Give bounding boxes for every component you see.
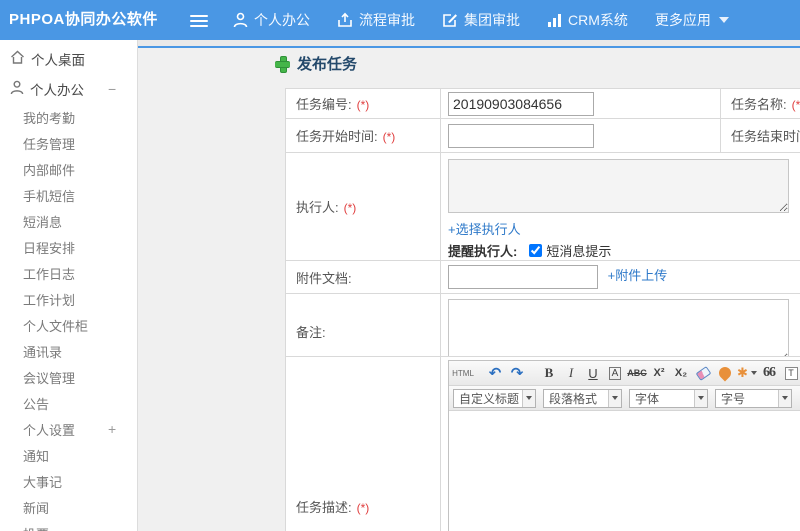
crm-chart-icon [547,13,562,28]
editor-content-area[interactable] [449,411,800,531]
sidebar-item-major-events[interactable]: 大事记 [0,468,137,494]
sidebar-item-internal-mail[interactable]: 内部邮件 [0,156,137,182]
blockquote-button[interactable]: 66 [759,363,779,383]
nav-group-approval[interactable]: 集团审批 [442,10,520,30]
required-marker: (*) [343,201,357,215]
task-form-table: 任务编号:(*) 任务名称:(*) 任务开始时间:(*) 任务结束时间:(*) … [285,88,800,369]
eraser-icon[interactable] [693,363,713,383]
sidebar-item-personal-office[interactable]: 个人办公 − [0,74,137,104]
required-marker: (*) [356,98,370,112]
caret-down-icon [718,17,729,23]
table-row: 附件文档: +附件上传 [285,260,800,294]
auto-typeset-icon[interactable]: ✱ [737,363,757,383]
superscript-button[interactable]: X² [649,363,669,383]
table-row: 任务开始时间:(*) 任务结束时间:(*) [285,118,800,153]
attachment-input[interactable] [448,265,598,289]
sidebar-item-vote[interactable]: 投票 [0,520,137,531]
topbar: PHPOA协同办公软件 个人办公 流程审批 集团审批 CRM系统 更多应用 [0,0,800,40]
executor-label: 执行人: (*) [285,152,441,261]
home-icon [10,50,25,68]
start-time-input[interactable] [448,123,594,148]
editor-toolbar-row2: 自定义标题 段落格式 字体 字号 [449,386,800,411]
sidebar-item-personal-desktop[interactable]: 个人桌面 [0,44,137,74]
required-marker: (*) [791,98,800,112]
sidebar-item-mobile-sms[interactable]: 手机短信 [0,182,137,208]
app-logo: PHPOA协同办公软件 [9,11,158,28]
sidebar-item-my-attendance[interactable]: 我的考勤 [0,104,137,130]
sidebar-item-schedule[interactable]: 日程安排 [0,234,137,260]
nav-personal-office[interactable]: 个人办公 [233,10,310,30]
table-row: 执行人: (*) +选择执行人 提醒执行人: 短消息提示 [285,152,800,261]
remind-executor-label: 提醒执行人: [448,244,518,259]
source-code-button[interactable]: HTML [452,363,474,383]
undo-icon[interactable]: ↶ [485,363,505,383]
menu-toggle-icon[interactable] [190,12,208,28]
end-time-label: 任务结束时间:(*) [720,118,800,153]
attachment-upload-link[interactable]: +附件上传 [608,268,668,283]
sidebar-item-short-message[interactable]: 短消息 [0,208,137,234]
executor-textarea[interactable] [448,159,789,213]
required-marker: (*) [356,501,370,515]
subscript-button[interactable]: X₂ [671,363,691,383]
redo-icon[interactable]: ↷ [507,363,527,383]
font-size-select[interactable]: 字号 [715,388,792,408]
table-row: 任务编号:(*) 任务名称:(*) [285,88,800,119]
main-content: 发布任务 任务编号:(*) 任务名称:(*) 任务开始时间:(*) 任务结束时间… [138,46,800,531]
sidebar-item-task-management[interactable]: 任务管理 [0,130,137,156]
collapse-icon[interactable]: − [108,81,116,97]
sms-remind-checkbox[interactable] [529,244,543,257]
sms-remind-label: 短消息提示 [546,244,612,259]
sidebar-item-meeting-management[interactable]: 会议管理 [0,364,137,390]
add-task-icon [275,56,290,73]
nav-process-approval[interactable]: 流程审批 [337,10,415,30]
choose-executor-link[interactable]: +选择执行人 [448,222,521,237]
nav-crm-system[interactable]: CRM系统 [547,10,628,30]
required-marker: (*) [382,130,396,144]
font-background-button[interactable]: A [605,363,625,383]
bold-button[interactable]: B [539,363,559,383]
task-name-label: 任务名称:(*) [720,88,800,119]
top-navigation: 个人办公 流程审批 集团审批 CRM系统 更多应用 [233,0,729,40]
custom-title-select[interactable]: 自定义标题 [453,388,536,408]
paste-text-button[interactable]: T [781,363,800,383]
sidebar-item-personal-settings[interactable]: 个人设置 + [0,416,137,442]
attachment-label: 附件文档: [285,260,441,294]
nav-more-apps[interactable]: 更多应用 [655,10,729,30]
format-brush-icon[interactable] [715,363,735,383]
remark-textarea[interactable] [448,299,789,363]
sidebar-item-personal-files[interactable]: 个人文件柜 [0,312,137,338]
user-icon [233,12,248,28]
paragraph-format-select[interactable]: 段落格式 [543,388,622,408]
process-approval-icon [337,12,353,28]
rich-text-editor: HTML ↶ ↷ B I U A ABC X² X₂ ✱ 66 T A 自定义标… [448,360,800,531]
start-time-label: 任务开始时间: (*) [285,118,441,153]
task-number-label: 任务编号: (*) [285,88,441,119]
sidebar-item-contacts[interactable]: 通讯录 [0,338,137,364]
strikethrough-button[interactable]: ABC [627,363,647,383]
group-approval-icon [442,12,458,28]
task-number-input[interactable] [448,91,594,116]
user-icon [10,80,24,98]
expand-icon[interactable]: + [108,421,116,437]
font-family-select[interactable]: 字体 [629,388,708,408]
sidebar-item-work-log[interactable]: 工作日志 [0,260,137,286]
sidebar-item-work-plan[interactable]: 工作计划 [0,286,137,312]
sidebar-item-notice[interactable]: 通知 [0,442,137,468]
sidebar: 个人桌面 个人办公 − 我的考勤 任务管理 内部邮件 手机短信 短消息 日程安排… [0,40,138,531]
italic-button[interactable]: I [561,363,581,383]
task-description-label: 任务描述: (*) [285,356,441,531]
sidebar-item-news[interactable]: 新闻 [0,494,137,520]
underline-button[interactable]: U [583,363,603,383]
editor-toolbar-row1: HTML ↶ ↷ B I U A ABC X² X₂ ✱ 66 T A [449,361,800,386]
sidebar-item-announcement[interactable]: 公告 [0,390,137,416]
page-title: 发布任务 [275,53,357,74]
